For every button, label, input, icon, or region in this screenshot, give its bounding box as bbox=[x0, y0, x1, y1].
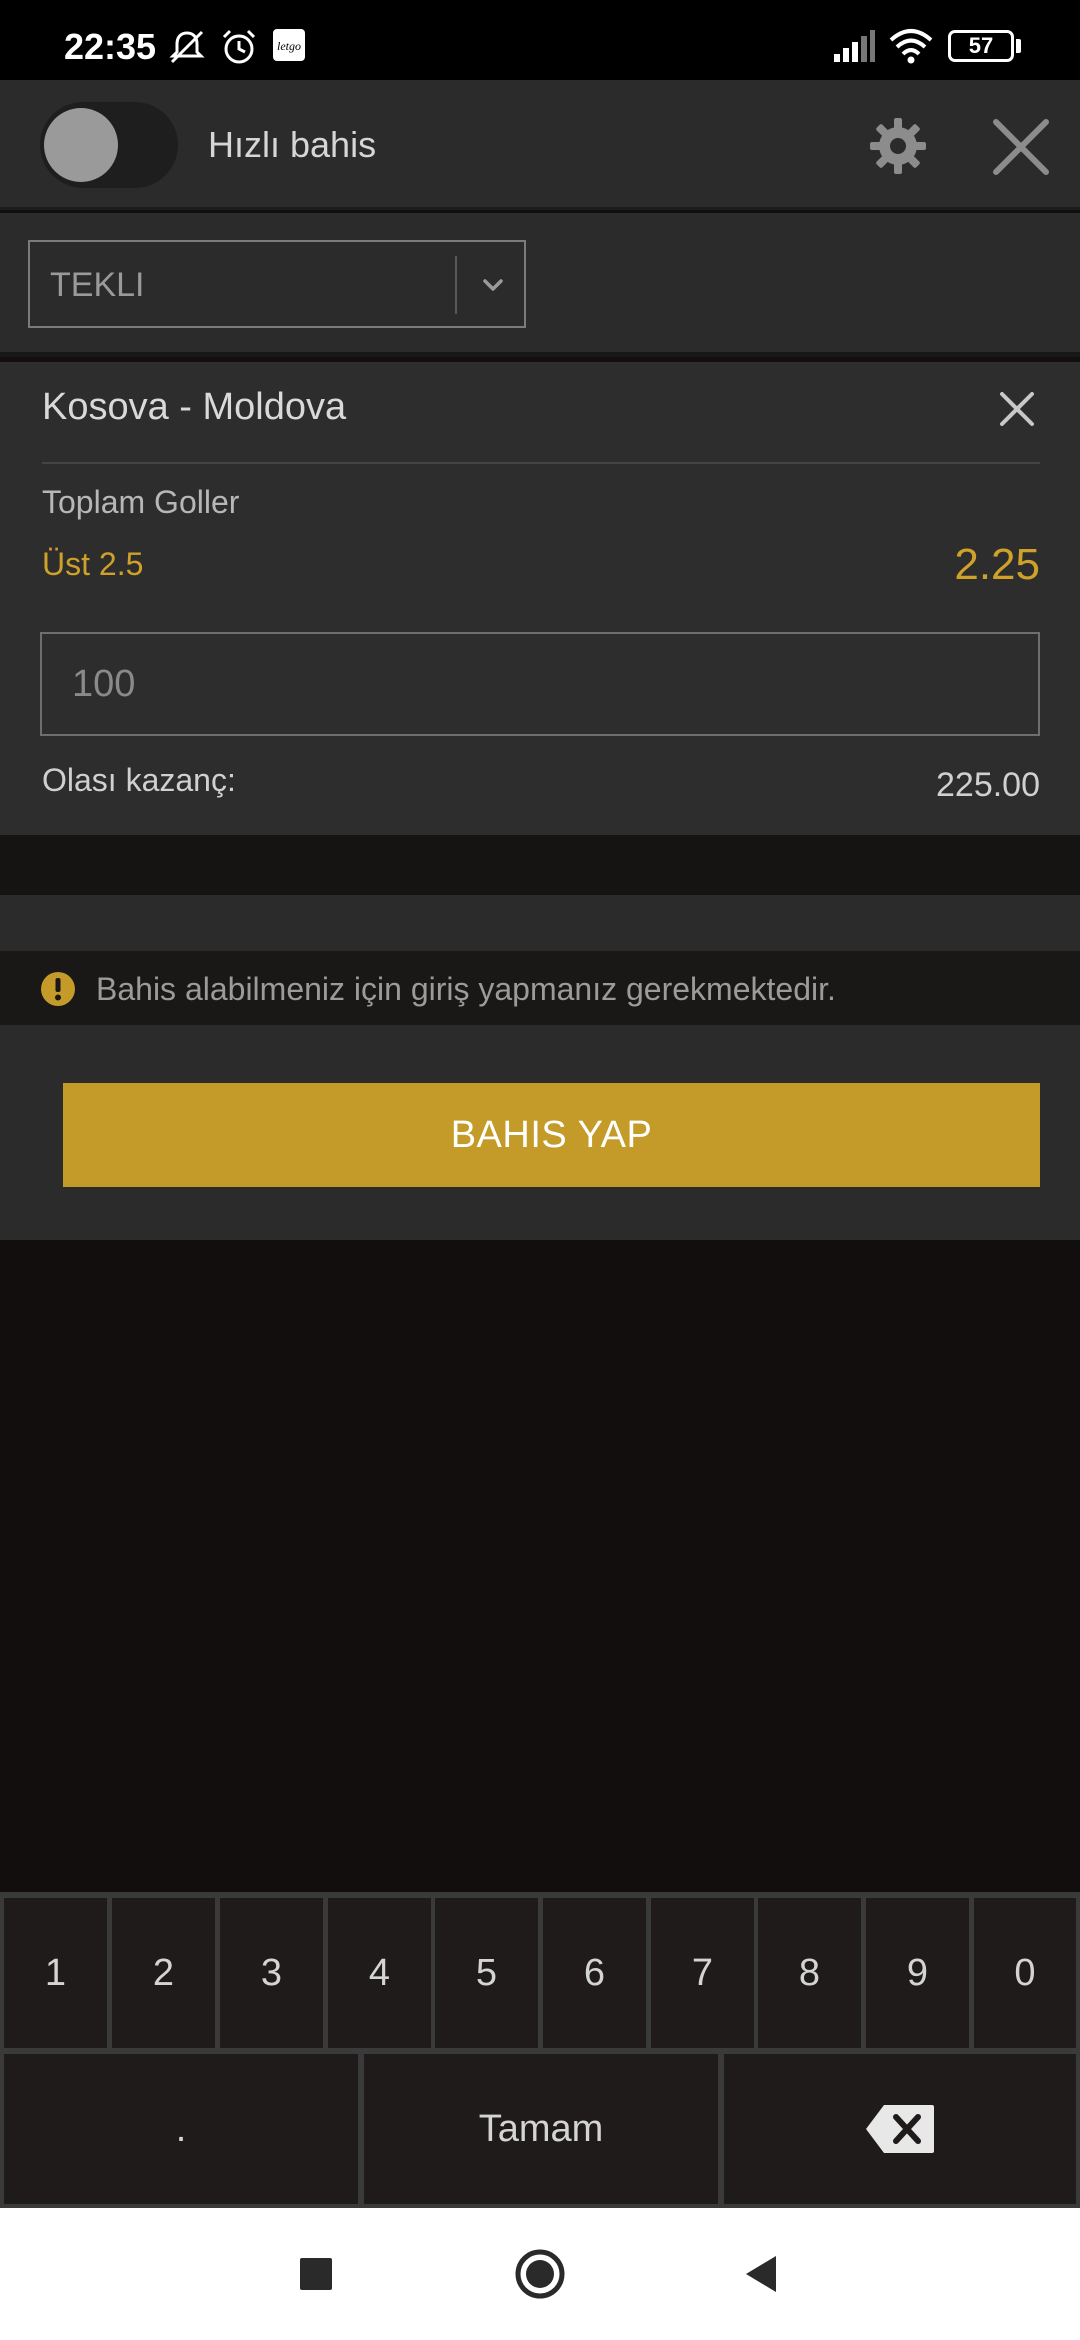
match-name: Kosova - Moldova bbox=[42, 386, 347, 428]
bet-type-bar: TEKLI bbox=[0, 213, 1080, 357]
status-time: 22:35 bbox=[64, 26, 157, 67]
signal-icon bbox=[834, 30, 875, 62]
quick-bet-label: Hızlı bahis bbox=[208, 124, 377, 165]
key-5[interactable]: 5 bbox=[435, 1898, 538, 2048]
key-4[interactable]: 4 bbox=[328, 1898, 431, 2048]
numeric-keyboard: 1 2 3 4 5 6 7 8 9 0 . Tamam bbox=[0, 1892, 1080, 2208]
system-nav-bar bbox=[0, 2208, 1080, 2340]
home-icon[interactable] bbox=[514, 2248, 566, 2300]
warning-icon bbox=[41, 972, 75, 1006]
close-icon[interactable] bbox=[990, 116, 1052, 178]
bet-type-value: TEKLI bbox=[50, 266, 145, 304]
chevron-down-icon bbox=[483, 279, 503, 291]
status-bar: 22:35 letgo 57 bbox=[0, 0, 1080, 80]
key-dot[interactable]: . bbox=[4, 2054, 358, 2204]
select-divider bbox=[455, 256, 457, 314]
betslip-header: Hızlı bahis bbox=[0, 80, 1080, 210]
key-7[interactable]: 7 bbox=[651, 1898, 754, 2048]
remove-bet-icon[interactable] bbox=[998, 390, 1036, 428]
divider-strip bbox=[0, 835, 1080, 895]
backspace-icon bbox=[866, 2105, 934, 2153]
market-name: Toplam Goller bbox=[42, 484, 240, 520]
key-3[interactable]: 3 bbox=[220, 1898, 323, 2048]
stake-input[interactable] bbox=[40, 632, 1040, 736]
toggle-knob bbox=[44, 108, 118, 182]
action-area: BAHIS YAP bbox=[0, 1025, 1080, 1240]
alarm-icon bbox=[222, 29, 256, 64]
odds-value: 2.25 bbox=[954, 540, 1040, 589]
back-icon[interactable] bbox=[744, 2254, 778, 2294]
key-9[interactable]: 9 bbox=[866, 1898, 969, 2048]
svg-text:letgo: letgo bbox=[277, 39, 301, 53]
battery-level: 57 bbox=[968, 33, 994, 58]
done-key[interactable]: Tamam bbox=[364, 2054, 718, 2204]
key-8[interactable]: 8 bbox=[758, 1898, 861, 2048]
quick-bet-toggle[interactable] bbox=[40, 102, 178, 188]
silent-bell-icon bbox=[169, 30, 205, 64]
gear-icon[interactable] bbox=[868, 116, 928, 176]
warning-text: Bahis alabilmeniz için giriş yapmanız ge… bbox=[96, 971, 836, 1007]
battery-icon: 57 bbox=[948, 30, 1014, 62]
key-1[interactable]: 1 bbox=[4, 1898, 107, 2048]
login-warning: Bahis alabilmeniz için giriş yapmanız ge… bbox=[0, 951, 1080, 1025]
wifi-icon bbox=[889, 29, 933, 64]
potential-win-value: 225.00 bbox=[936, 766, 1040, 804]
bet-type-select[interactable]: TEKLI bbox=[28, 240, 526, 328]
letgo-app-icon: letgo bbox=[273, 29, 305, 61]
recents-icon[interactable] bbox=[300, 2258, 332, 2290]
place-bet-button[interactable]: BAHIS YAP bbox=[63, 1083, 1040, 1187]
battery-tip bbox=[1016, 39, 1021, 53]
divider-strip bbox=[0, 895, 1080, 951]
key-0[interactable]: 0 bbox=[974, 1898, 1076, 2048]
card-divider bbox=[42, 462, 1040, 464]
key-2[interactable]: 2 bbox=[112, 1898, 215, 2048]
potential-win-label: Olası kazanç: bbox=[42, 762, 236, 798]
backspace-key[interactable] bbox=[724, 2054, 1076, 2204]
selection-name: Üst 2.5 bbox=[42, 546, 144, 582]
key-6[interactable]: 6 bbox=[543, 1898, 646, 2048]
bet-card: Kosova - Moldova Toplam Goller Üst 2.5 2… bbox=[0, 362, 1080, 835]
